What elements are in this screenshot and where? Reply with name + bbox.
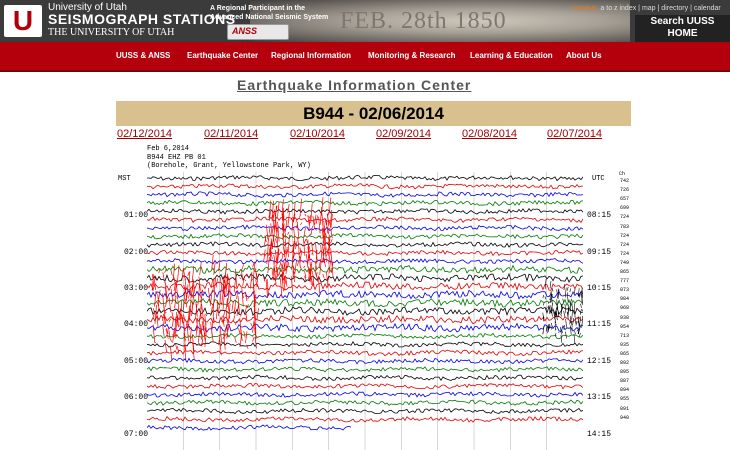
trace-value: 955 [620, 396, 630, 403]
nav-earthquake-center[interactable]: Earthquake Center [187, 51, 258, 60]
university-logo[interactable]: U [4, 5, 42, 37]
partner-line-2: Advanced National Seismic System [210, 14, 329, 21]
trace-value: 892 [620, 360, 630, 366]
event-burst [262, 197, 334, 298]
trace-value: 724 [620, 241, 630, 248]
mst-time: 06:00 [124, 393, 149, 402]
trace-value: 940 [620, 414, 630, 421]
utc-label: UTC [592, 175, 605, 183]
trace-value: 713 [620, 332, 630, 339]
nav-learning-education[interactable]: Learning & Education [470, 51, 553, 60]
page-heading: B944 - 02/06/2014 [303, 104, 444, 123]
utc-time: 12:15 [587, 357, 612, 366]
mst-time: 01:00 [124, 211, 149, 220]
brand-university-subtitle: THE UNIVERSITY OF UTAH [48, 27, 175, 38]
mst-time: 02:00 [124, 248, 149, 257]
mst-time: 05:00 [124, 357, 149, 366]
main-nav: UUSS & ANSS Earthquake Center Regional I… [0, 42, 730, 72]
station-channel: B944 EHZ PB 01 [147, 153, 206, 162]
date-link-0207[interactable]: 02/07/2014 [547, 128, 602, 140]
date-link-0209[interactable]: 02/09/2014 [376, 128, 431, 140]
trace-value: 726 [620, 187, 630, 194]
partner-line-1: A Regional Participant in the [210, 5, 306, 12]
section-title[interactable]: Earthquake Information Center [237, 77, 471, 93]
mst-time: 04:00 [124, 320, 149, 329]
search-uuss-home-link[interactable]: Search UUSS HOME [635, 15, 730, 42]
campus-link-directory[interactable]: directory [661, 5, 688, 12]
trace-value: 865 [620, 350, 630, 357]
utc-time: 13:15 [587, 393, 612, 402]
utc-time: 11:15 [587, 320, 612, 329]
nav-monitoring-research[interactable]: Monitoring & Research [368, 51, 456, 60]
trace-value: 749 [620, 259, 630, 266]
trace-value: 724 [620, 232, 630, 239]
trace-value: 894 [620, 387, 630, 394]
search-line-2: HOME [667, 28, 698, 39]
seal-text: FEB. 28th 1850 [340, 8, 507, 34]
date-link-0211[interactable]: 02/11/2014 [204, 128, 258, 140]
trace-value: 699 [620, 205, 630, 212]
gain-label: Ch [619, 171, 626, 177]
anss-label: ANSS [232, 26, 258, 36]
logo-letter: U [12, 5, 34, 36]
nav-regional-information[interactable]: Regional Information [271, 51, 351, 60]
anss-logo[interactable]: ANSS [227, 24, 289, 40]
brand-seismograph-stations[interactable]: SEISMOGRAPH STATIONS [48, 11, 236, 27]
station-location: (Borehole, Grant, Yellowstone Park, WY) [147, 162, 311, 170]
mst-label: MST [118, 175, 131, 183]
trace-value: 873 [620, 287, 630, 294]
trace-value: 954 [620, 323, 630, 330]
nav-about-us[interactable]: About Us [566, 51, 602, 60]
trace-value: 938 [620, 314, 630, 321]
trace-value: 895 [620, 369, 630, 376]
mst-time: 07:00 [124, 430, 149, 439]
campus-label: campus: [572, 5, 599, 12]
station-date: Feb 6,2014 [147, 145, 190, 153]
trace-value: 984 [620, 296, 630, 303]
trace-value: 887 [620, 378, 630, 385]
utc-time: 10:15 [587, 284, 612, 293]
header-banner: FEB. 28th 1850 U University of Utah SEIS… [0, 0, 730, 42]
anss-partner-text: A Regional Participant in the Advanced N… [210, 4, 328, 22]
campus-link-calendar[interactable]: calendar [694, 5, 721, 12]
trace-value: 724 [620, 250, 630, 257]
campus-links: campus: a to z index | map | directory |… [572, 5, 721, 12]
trace-value: 783 [620, 223, 630, 230]
date-link-0208[interactable]: 02/08/2014 [462, 128, 517, 140]
trace-value: 742 [620, 178, 630, 184]
seismogram-plot [147, 172, 583, 450]
trace-value: 935 [620, 341, 630, 348]
utc-time: 08:15 [587, 211, 612, 220]
search-line-1: Search UUSS [650, 16, 715, 27]
date-link-0210[interactable]: 02/10/2014 [290, 128, 345, 140]
nav-uuss-anss[interactable]: UUSS & ANSS [116, 51, 170, 60]
trace-value: 724 [620, 214, 630, 221]
trace-value: 891 [620, 405, 630, 412]
date-link-0212[interactable]: 02/12/2014 [117, 128, 172, 140]
station-info: Feb 6,2014 B944 EHZ PB 01 (Borehole, Grant… [147, 145, 311, 171]
mst-time: 03:00 [124, 284, 149, 293]
date-heading-bar: B944 - 02/06/2014 [116, 101, 631, 126]
trace-value: 968 [620, 305, 630, 312]
utc-time: 14:15 [587, 430, 612, 439]
trace-value: 657 [620, 196, 630, 203]
campus-link-map[interactable]: map [642, 5, 656, 12]
trace-value: 777 [620, 278, 630, 285]
seismogram-trace [147, 424, 352, 431]
utc-time: 09:15 [587, 248, 612, 257]
campus-link-a-to-z[interactable]: a to z index [600, 5, 636, 12]
trace-value: 865 [620, 269, 630, 275]
